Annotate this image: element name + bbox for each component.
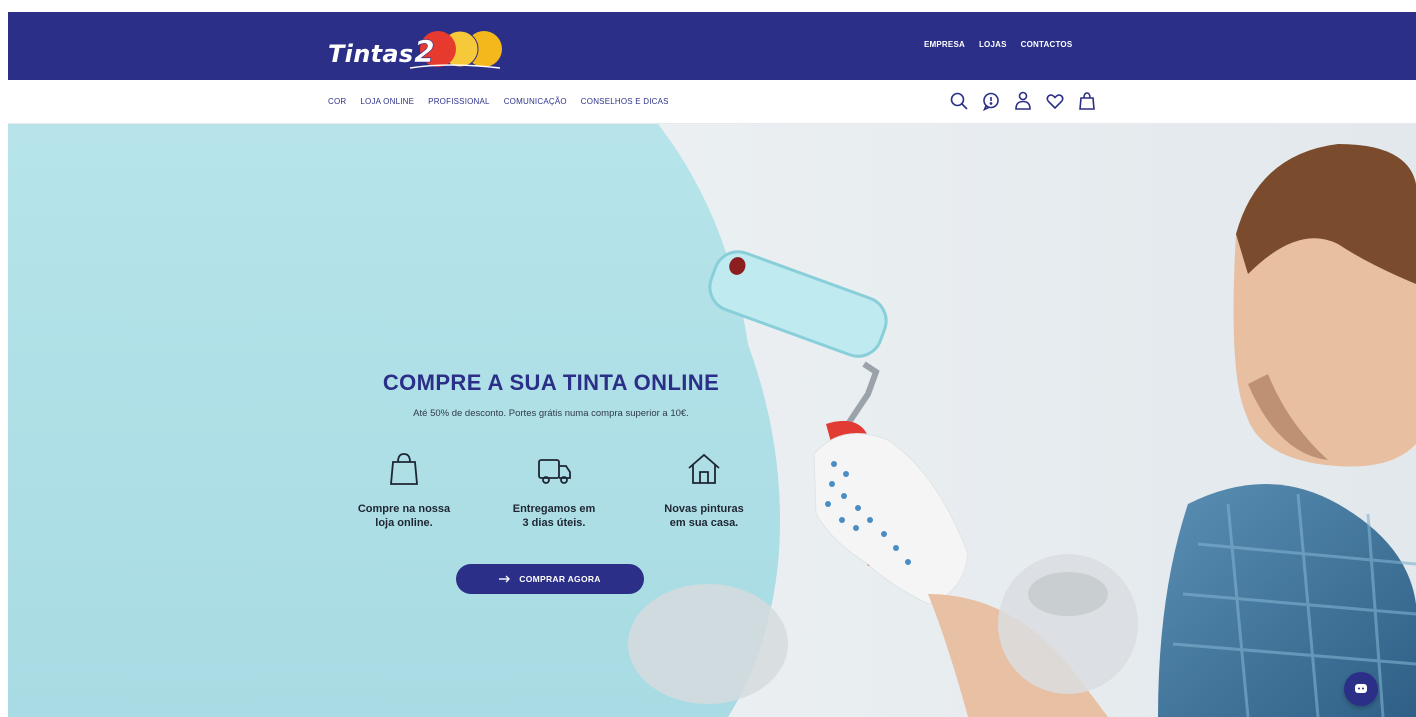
house-icon xyxy=(688,453,720,484)
search-icon[interactable] xyxy=(948,90,970,112)
delivery-truck-icon xyxy=(538,459,571,484)
chat-bubble-icon[interactable] xyxy=(980,90,1002,112)
shopping-bag-icon[interactable] xyxy=(1076,90,1098,112)
buy-now-label: COMPRAR AGORA xyxy=(519,574,601,584)
feature-item-new-painting: Novas pinturas em sua casa. xyxy=(634,450,774,530)
chat-widget-button[interactable] xyxy=(1344,672,1378,706)
page: Tintas 2 EMPRESA LOJAS CONTACTOS COR LOJ… xyxy=(0,0,1416,717)
hero-title: COMPRE A SUA TINTA ONLINE xyxy=(382,370,720,395)
hero-subtitle: Até 50% de desconto. Portes grátis numa … xyxy=(413,408,689,419)
feature-label-line1: Entregamos em xyxy=(512,503,596,515)
hero-banner: COMPRE A SUA TINTA ONLINE Até 50% de des… xyxy=(8,124,1416,717)
feature-label: Compre na nossa loja online. xyxy=(334,502,474,530)
shopping-bag-icon xyxy=(390,453,418,485)
feature-item-online-store: Compre na nossa loja online. xyxy=(334,450,474,530)
heart-icon[interactable] xyxy=(1044,90,1066,112)
arrow-right-icon xyxy=(499,575,511,583)
feature-label: Entregamos em 3 dias úteis. xyxy=(484,502,624,530)
feature-label-line1: Compre na nossa xyxy=(357,503,451,515)
main-nav: COR LOJA ONLINE PROFISSIONAL COMUNICAÇÃO… xyxy=(8,80,1416,124)
feature-item-delivery: Entregamos em 3 dias úteis. xyxy=(484,450,624,530)
feature-label: Novas pinturas em sua casa. xyxy=(634,502,774,530)
nav-link-comunicacao[interactable]: COMUNICAÇÃO xyxy=(504,97,567,106)
top-link-contactos[interactable]: CONTACTOS xyxy=(1021,40,1073,49)
top-header: Tintas 2 EMPRESA LOJAS CONTACTOS xyxy=(8,12,1416,80)
buy-now-button[interactable]: COMPRAR AGORA xyxy=(456,564,644,594)
brand-logo[interactable]: Tintas 2 xyxy=(322,26,522,70)
feature-list: Compre na nossa loja online. Entregamos … xyxy=(344,450,764,550)
top-link-empresa[interactable]: EMPRESA xyxy=(924,40,965,49)
feature-label-line1: Novas pinturas xyxy=(664,503,744,515)
nav-links: COR LOJA ONLINE PROFISSIONAL COMUNICAÇÃO… xyxy=(328,97,669,106)
nav-icons xyxy=(948,90,1098,112)
hero-background-image xyxy=(8,124,1416,717)
nav-link-loja-online[interactable]: LOJA ONLINE xyxy=(360,97,414,106)
hero-text: COMPRE A SUA TINTA ONLINE Até 50% de des… xyxy=(336,370,766,419)
feature-label-line2: 3 dias úteis. xyxy=(522,517,586,529)
feature-label-line2: loja online. xyxy=(375,517,433,529)
nav-link-profissional[interactable]: PROFISSIONAL xyxy=(428,97,490,106)
chat-icon xyxy=(1355,684,1367,693)
brand-name: Tintas xyxy=(328,40,414,68)
svg-text:2: 2 xyxy=(414,35,435,70)
user-icon[interactable] xyxy=(1012,90,1034,112)
top-link-lojas[interactable]: LOJAS xyxy=(979,40,1007,49)
logo-mark-icon: 2 xyxy=(409,30,502,70)
nav-link-cor[interactable]: COR xyxy=(328,97,346,106)
feature-label-line2: em sua casa. xyxy=(669,517,739,529)
nav-link-conselhos-e-dicas[interactable]: CONSELHOS E DICAS xyxy=(581,97,669,106)
top-links: EMPRESA LOJAS CONTACTOS xyxy=(924,40,1072,49)
